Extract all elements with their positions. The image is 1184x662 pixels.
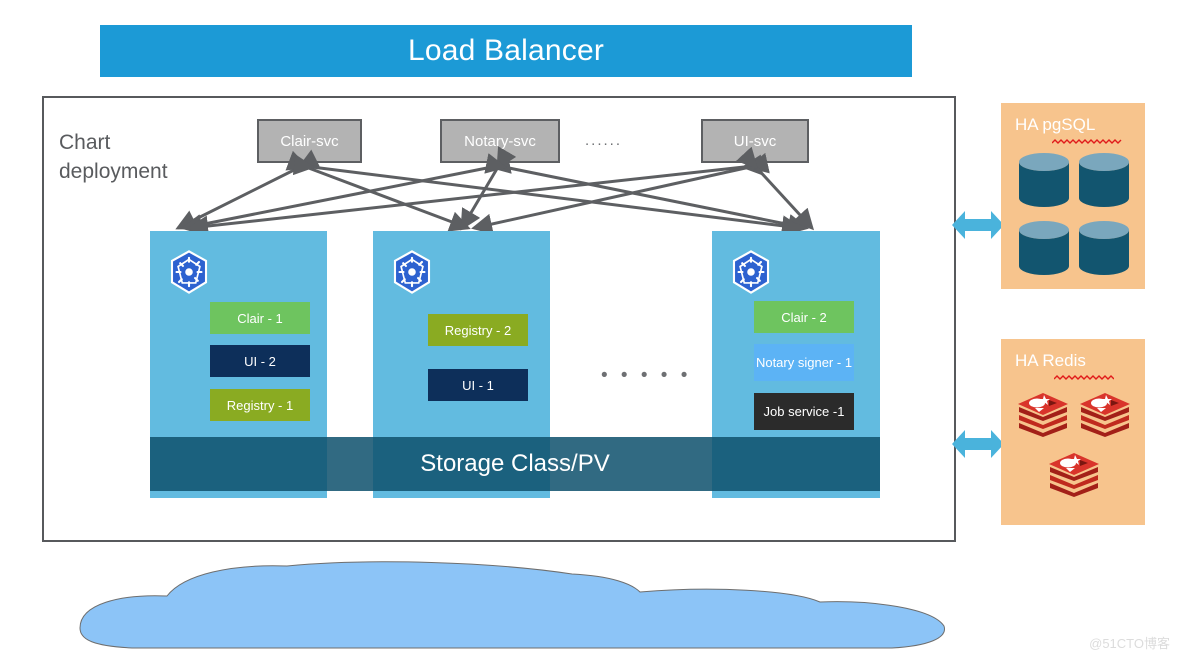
pod-label: Job service -1: [763, 404, 845, 419]
kubernetes-icon: [170, 250, 208, 294]
pod-label: Registry - 2: [444, 322, 512, 338]
pod-label: Clair - 1: [237, 310, 283, 326]
pod-registry-2: Registry - 2: [428, 314, 528, 346]
service-box-notary: Notary-svc: [440, 119, 560, 163]
storage-class-pv-bar: Storage Class/PV: [150, 437, 880, 491]
connector-arrow-pgsql: [952, 211, 1004, 239]
pod-clair-2: Clair - 2: [754, 301, 854, 333]
pod-label: Clair - 2: [781, 309, 827, 325]
pod-label: Notary signer - 1: [755, 355, 853, 370]
database-icon: [1019, 221, 1069, 275]
pod-notary-signer-1: Notary signer - 1: [754, 344, 854, 381]
spellcheck-squiggle-icon: [1054, 375, 1114, 380]
services-ellipsis: ......: [585, 132, 623, 149]
database-icon: [1019, 153, 1069, 207]
chart-deployment-label: Chart deployment: [59, 128, 209, 186]
service-label-clair: Clair-svc: [280, 132, 339, 150]
ha-pgsql-panel: HA pgSQL: [1001, 103, 1145, 289]
pod-ui-1: UI - 1: [428, 369, 528, 401]
spellcheck-squiggle-icon: [1052, 139, 1122, 144]
pod-registry-1: Registry - 1: [210, 389, 310, 421]
connector-arrow-redis: [952, 430, 1004, 458]
pod-ui-2: UI - 2: [210, 345, 310, 377]
pod-label: UI - 2: [244, 353, 276, 369]
service-label-ui: UI-svc: [733, 132, 777, 150]
database-cylinder-group: [1018, 151, 1130, 277]
watermark: @51CTO博客: [1089, 636, 1170, 651]
redis-icon: [1018, 393, 1068, 437]
chart-label-line1: Chart: [59, 131, 111, 154]
service-box-clair: Clair-svc: [257, 119, 362, 163]
database-icon: [1079, 221, 1129, 275]
service-box-ui: UI-svc: [701, 119, 809, 163]
redis-icon: [1049, 453, 1099, 497]
kubernetes-icon: [732, 250, 770, 294]
pod-clair-1: Clair - 1: [210, 302, 310, 334]
redis-cube-group: [1014, 391, 1134, 497]
diagram-canvas: Load Balancer Chart deployment Clair-svc…: [0, 0, 1184, 662]
chart-label-line2: deployment: [59, 160, 168, 183]
storage-label: Storage Class/PV: [420, 450, 610, 477]
pod-label: UI - 1: [462, 377, 494, 393]
database-icon: [1079, 153, 1129, 207]
ha-redis-title: HA Redis: [1015, 351, 1086, 370]
service-label-notary: Notary-svc: [464, 132, 536, 150]
kubernetes-icon: [393, 250, 431, 294]
ha-pgsql-title: HA pgSQL: [1015, 115, 1096, 134]
ha-redis-panel: HA Redis: [1001, 339, 1145, 525]
load-balancer-banner: Load Balancer: [100, 25, 912, 77]
nodes-ellipsis: • • • • •: [601, 365, 692, 386]
pod-job-service-1: Job service -1: [754, 393, 854, 430]
redis-icon: [1080, 393, 1130, 437]
load-balancer-title: Load Balancer: [407, 34, 605, 67]
pod-label: Registry - 1: [226, 397, 294, 413]
cloud-shape: [79, 561, 945, 649]
